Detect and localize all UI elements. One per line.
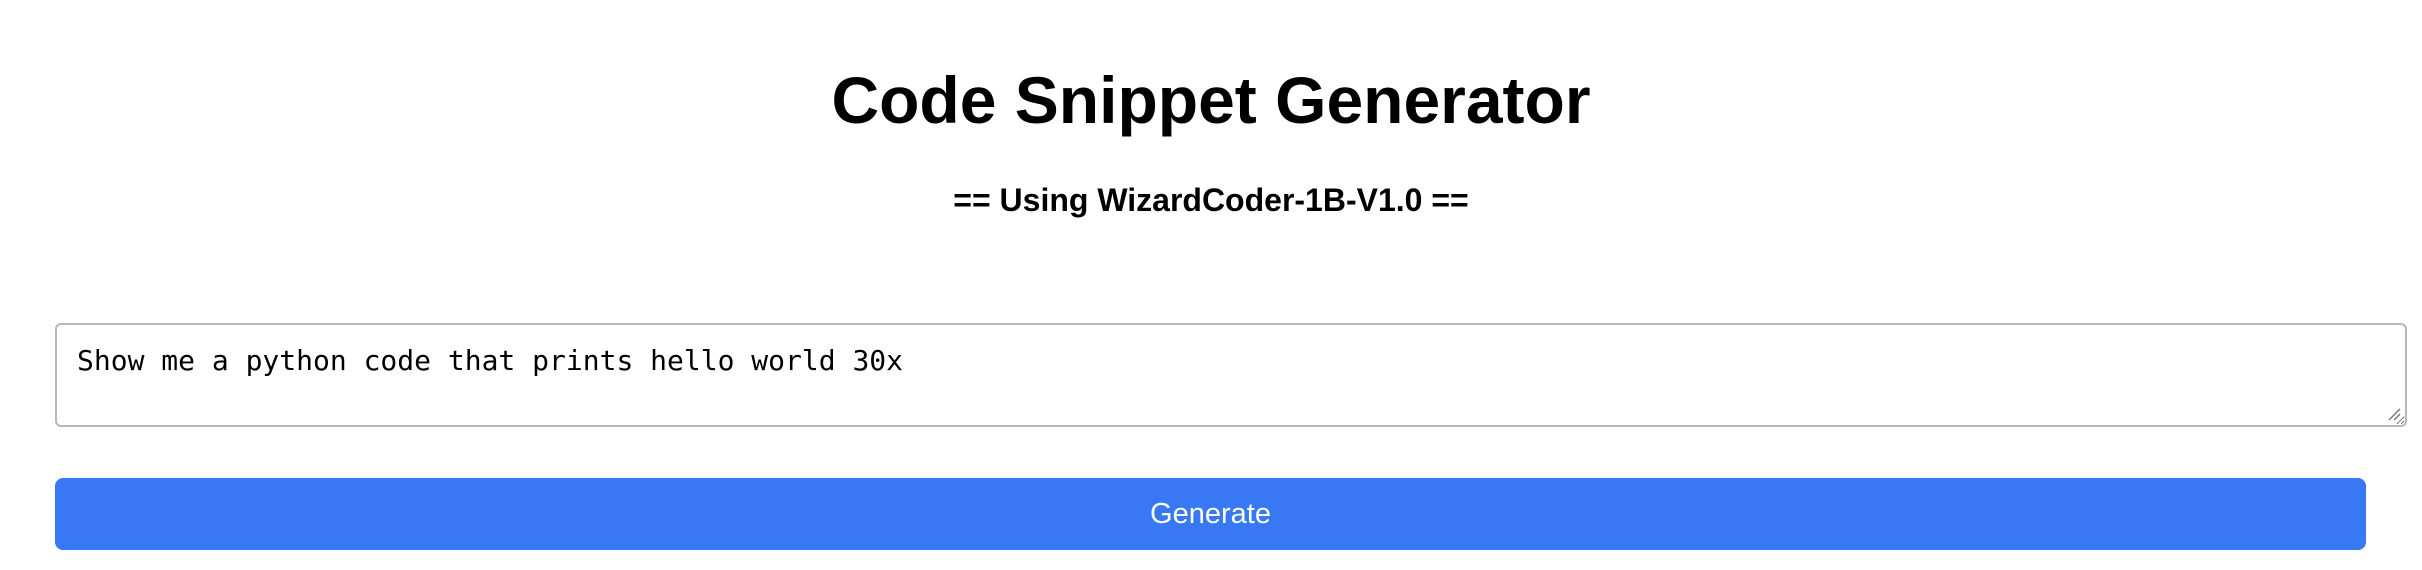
generate-button[interactable]: Generate [55,478,2366,550]
prompt-input[interactable] [55,323,2407,427]
prompt-container [55,323,2407,427]
page-subtitle: == Using WizardCoder-1B-V1.0 == [953,182,1469,218]
page-title: Code Snippet Generator [831,63,1591,137]
